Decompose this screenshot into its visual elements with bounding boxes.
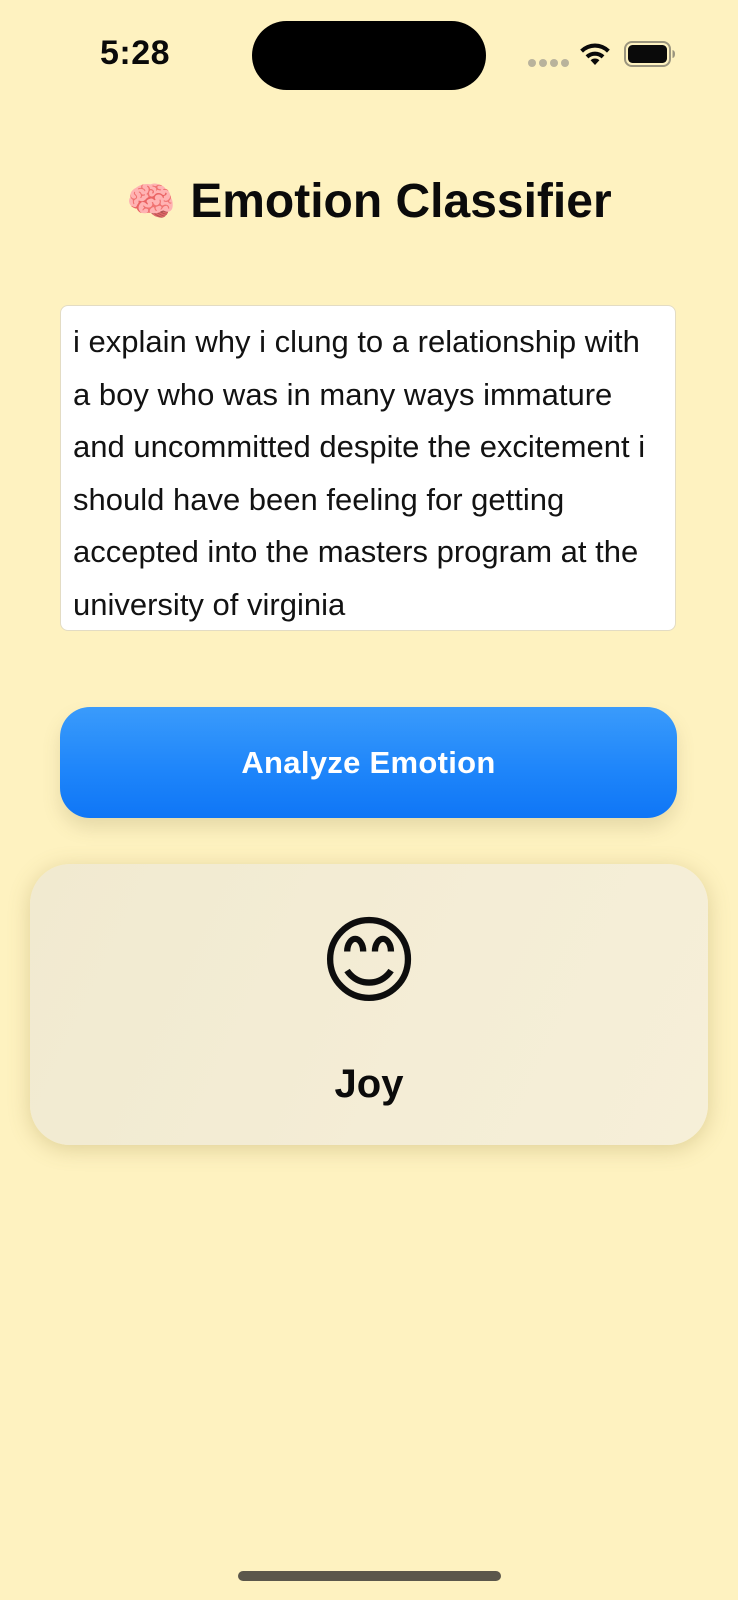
status-time: 5:28 xyxy=(100,34,171,72)
page-title: 🧠 Emotion Classifier xyxy=(0,170,738,234)
analyze-emotion-button[interactable]: Analyze Emotion xyxy=(60,707,677,818)
battery-icon xyxy=(624,41,675,67)
status-bar: 5:28 xyxy=(0,0,738,110)
wifi-icon xyxy=(580,43,610,65)
dynamic-island xyxy=(252,21,486,90)
text-input[interactable]: i explain why i clung to a relationship … xyxy=(60,305,676,631)
emotion-result-label: Joy xyxy=(334,1062,404,1106)
page-title-text: Emotion Classifier xyxy=(190,175,612,228)
home-indicator[interactable] xyxy=(238,1571,501,1581)
cellular-signal-icon xyxy=(528,59,569,67)
brain-icon: 🧠 xyxy=(126,180,177,224)
smiling-face-icon: 😊 xyxy=(318,908,420,1015)
result-card: 😊 Joy xyxy=(30,864,708,1145)
